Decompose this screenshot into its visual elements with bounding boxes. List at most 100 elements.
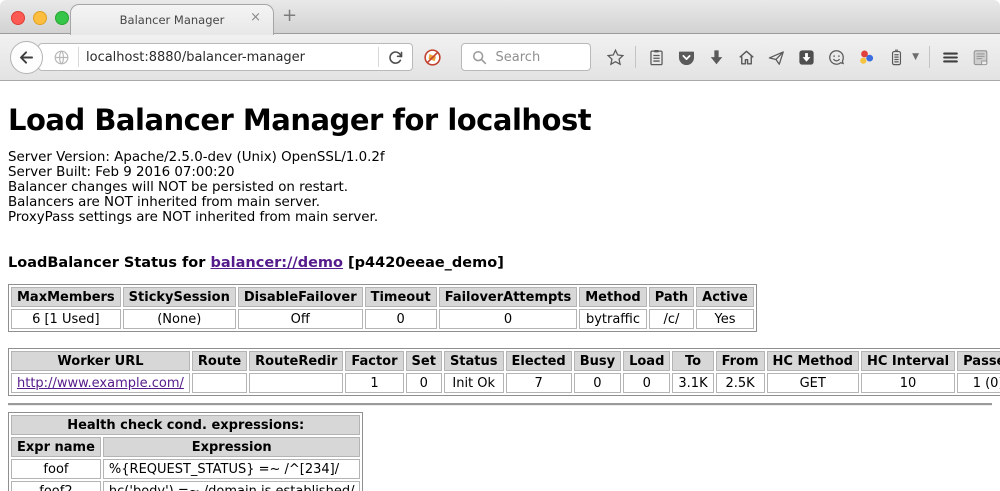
downloads-icon[interactable] [706,47,726,67]
cell-stickysession: (None) [123,309,236,329]
site-identity-globe-icon[interactable] [51,47,71,67]
col-route: Route [192,351,247,371]
send-tab-plane-icon[interactable] [766,47,786,67]
balancer-demo-link[interactable]: balancer://demo [210,255,343,271]
browser-tab[interactable]: Balancer Manager × [70,4,274,35]
search-input[interactable]: Search [461,43,592,71]
cell-expr-name: foof2 [11,481,101,491]
col-method: Method [579,287,646,307]
table-header-row: Worker URL Route RouteRedir Factor Set S… [11,351,1000,371]
cell-active: Yes [696,309,754,329]
bookmark-star-icon[interactable] [605,47,625,67]
table-header-row: Expr name Expression [11,437,360,457]
cell-passes: 1 (0) [957,373,1000,393]
col-set: Set [406,351,442,371]
cell-expr-name: foof [11,459,101,479]
cell-worker-url: http://www.example.com/ [11,373,190,393]
status-heading-suffix: [p4420eeae_demo] [343,255,504,271]
col-expression: Expression [103,437,361,457]
server-built-line: Server Built: Feb 9 2016 07:00:20 [8,165,992,180]
menu-hamburger-icon[interactable] [940,47,960,67]
chevron-down-icon[interactable]: ▼ [912,52,919,62]
col-worker-url: Worker URL [11,351,190,371]
col-timeout: Timeout [365,287,437,307]
col-active: Active [696,287,754,307]
col-factor: Factor [345,351,403,371]
cell-timeout: 0 [365,309,437,329]
search-placeholder: Search [496,50,541,65]
cell-failoverattempts: 0 [439,309,578,329]
home-icon[interactable] [736,47,756,67]
col-elected: Elected [506,351,572,371]
health-check-table: Health check cond. expressions: Expr nam… [8,412,363,491]
cell-method: bytraffic [579,309,646,329]
toolbar-separator [635,46,636,68]
col-path: Path [649,287,694,307]
tab-close-icon[interactable]: × [250,11,261,24]
cell-routeredir [249,373,343,393]
cell-expression: hc('body') =~ /domain is established/ [103,481,361,491]
clipboard-icon[interactable] [646,47,666,67]
content-blocker-extension-icon[interactable] [423,47,443,67]
balancer-summary-table: MaxMembers StickySession DisableFailover… [8,284,757,332]
url-bar[interactable]: localhost:8880/balancer-manager [38,43,413,71]
tab-title: Balancer Manager [120,13,225,27]
page-content: Load Balancer Manager for localhost Serv… [0,103,1000,491]
col-load: Load [623,351,670,371]
table-row: http://www.example.com/ 1 0 Init Ok 7 0 … [11,373,1000,393]
col-hc-method: HC Method [767,351,859,371]
col-failoverattempts: FailoverAttempts [439,287,578,307]
urlbar-separator [378,47,379,67]
col-hc-interval: HC Interval [861,351,955,371]
col-maxmembers: MaxMembers [11,287,121,307]
title-bar: Balancer Manager × + [0,0,1000,34]
cell-maxmembers: 6 [1 Used] [11,309,121,329]
persist-notice-line: Balancer changes will NOT be persisted o… [8,180,992,195]
col-disablefailover: DisableFailover [238,287,363,307]
new-tab-button[interactable]: + [282,5,297,26]
table-header-row: MaxMembers StickySession DisableFailover… [11,287,754,307]
worker-url-link[interactable]: http://www.example.com/ [17,376,184,391]
back-button[interactable] [10,41,43,74]
section-divider [8,403,992,406]
toolbar-icons: ▼ [605,46,990,68]
col-busy: Busy [574,351,621,371]
colored-dots-extension-icon[interactable] [856,47,876,67]
reload-icon[interactable] [386,47,406,67]
cell-hc-method: GET [767,373,859,393]
close-window-button[interactable] [11,11,25,25]
health-table-title: Health check cond. expressions: [11,415,360,435]
battery-extension-icon[interactable] [886,47,906,67]
inherit-notice-line: Balancers are NOT inherited from main se… [8,195,992,210]
feedback-smiley-icon[interactable] [826,47,846,67]
toolbar-separator [929,46,930,68]
browser-window: Balancer Manager × + localhost:8880/bala… [0,0,1000,491]
cell-to: 3.1K [672,373,713,393]
minimize-window-button[interactable] [33,11,47,25]
table-row: 6 [1 Used] (None) Off 0 0 bytraffic /c/ … [11,309,754,329]
traffic-lights [11,11,69,25]
cell-from: 2.5K [716,373,765,393]
cell-disablefailover: Off [238,309,363,329]
server-version-line: Server Version: Apache/2.5.0-dev (Unix) … [8,150,992,165]
col-expr-name: Expr name [11,437,101,457]
url-text[interactable]: localhost:8880/balancer-manager [86,50,371,65]
downloader-extension-icon[interactable] [796,47,816,67]
col-from: From [716,351,765,371]
cell-expression: %{REQUEST_STATUS} =~ /^[234]/ [103,459,361,479]
cell-path: /c/ [649,309,694,329]
page-title: Load Balancer Manager for localhost [8,103,992,137]
back-arrow-icon [17,47,37,67]
pocket-icon[interactable] [676,47,696,67]
tab-center-notes-icon[interactable] [970,47,990,67]
col-routeredir: RouteRedir [249,351,343,371]
col-to: To [672,351,713,371]
cell-elected: 7 [506,373,572,393]
loadbalancer-status-heading: LoadBalancer Status for balancer://demo … [8,255,992,271]
table-row: foof %{REQUEST_STATUS} =~ /^[234]/ [11,459,360,479]
cell-route [192,373,247,393]
server-info: Server Version: Apache/2.5.0-dev (Unix) … [8,150,992,225]
status-heading-prefix: LoadBalancer Status for [8,255,210,271]
zoom-window-button[interactable] [55,11,69,25]
search-icon [470,47,490,67]
